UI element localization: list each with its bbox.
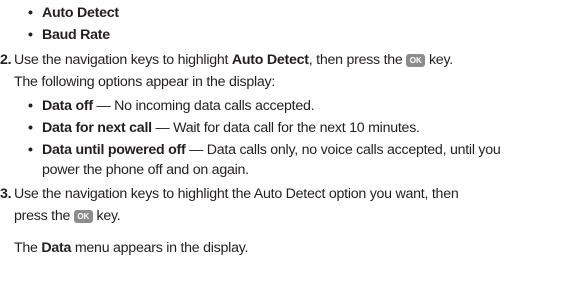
bullet-icon: • <box>28 120 33 136</box>
step-2-line-1: 2. Use the navigation keys to highlight A… <box>0 52 453 68</box>
step-3-result: The Data menu appears in the display. <box>14 240 249 256</box>
step-3-line-1: 3. Use the navigation keys to highlight t… <box>0 186 459 202</box>
list-item: • Auto Detect <box>28 5 119 21</box>
bullet-icon: • <box>28 142 33 158</box>
step-3-line-2: press the OK key. <box>14 208 121 224</box>
option-item: • Data until powered off — Data calls onl… <box>28 142 501 158</box>
bullet-icon: • <box>28 5 33 21</box>
ok-key-icon: OK <box>406 54 426 67</box>
bullet-icon: • <box>28 27 33 43</box>
manual-page: • Auto Detect • Baud Rate 2. Use the naviga… <box>0 0 583 284</box>
step-2-line-2: The following options appear in the disp… <box>14 74 276 90</box>
bullet-icon: • <box>28 98 33 114</box>
option-continuation: power the phone off and on again. <box>42 162 249 178</box>
option-item: • Data for next call — Wait for data call… <box>28 120 420 136</box>
option-item: • Data off — No incoming data calls accep… <box>28 98 315 114</box>
ok-key-icon: OK <box>73 210 93 223</box>
list-item: • Baud Rate <box>28 27 110 43</box>
